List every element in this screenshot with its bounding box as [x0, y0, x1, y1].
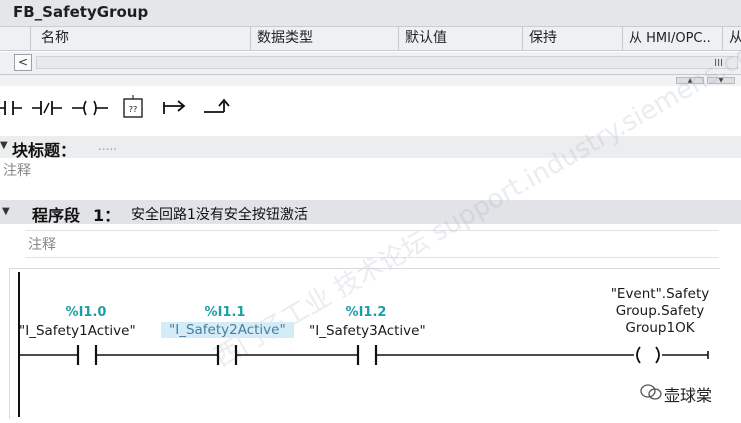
wechat-icon — [640, 384, 662, 400]
contact-1-symbol — [76, 345, 98, 365]
coil-icon[interactable] — [70, 94, 110, 122]
column-header-default[interactable]: 默认值 — [398, 27, 522, 50]
brand-label: 壶球棠 — [664, 386, 713, 405]
column-header-retain[interactable]: 保持 — [522, 27, 622, 50]
branch-close-icon[interactable] — [200, 94, 230, 122]
branch-open-icon[interactable] — [160, 94, 190, 122]
network-title[interactable]: 安全回路1没有安全按钮激活 — [131, 204, 308, 224]
block-title-bar: FB_SafetyGroup — [0, 0, 741, 27]
block-title-input[interactable]: ..... — [98, 139, 117, 153]
column-header-name[interactable]: 名称 — [30, 27, 250, 50]
contact-nc-icon[interactable] — [30, 94, 64, 122]
contact-3-symbol — [356, 345, 378, 365]
scroll-left-button[interactable]: < — [14, 54, 32, 71]
network-comment[interactable]: 注释 — [28, 234, 56, 254]
network-number: 1： — [93, 206, 121, 225]
empty-box-icon[interactable]: ?? — [120, 94, 146, 122]
block-name: FB_SafetyGroup — [13, 3, 149, 21]
contact-2-symbol — [216, 345, 238, 365]
block-title-label: 块标题： — [12, 141, 77, 160]
column-header-from-hmi[interactable]: 从 HMI/OPC.. — [622, 27, 722, 50]
interface-table-header: 名称 数据类型 默认值 保持 从 HMI/OPC.. 从 — [0, 27, 741, 51]
column-header-datatype[interactable]: 数据类型 — [250, 27, 398, 50]
collapse-arrow-icon[interactable]: ▼ — [0, 140, 8, 151]
svg-text:??: ?? — [129, 105, 138, 114]
block-comment[interactable]: 注释 — [3, 160, 31, 180]
coil-symbol — [636, 346, 660, 364]
ladder-network: %I1.0 "I_Safety1Active" %I1.1 "I_Safety2… — [9, 268, 720, 419]
network-label: 程序段 — [32, 206, 81, 225]
horizontal-scrollbar[interactable]: III — [36, 56, 738, 69]
contact-no-icon[interactable] — [0, 94, 24, 122]
network-header[interactable]: ▼ 程序段 1： 安全回路1没有安全按钮激活 — [0, 200, 741, 225]
pane-splitter[interactable]: ▲ ▼ — [0, 75, 741, 86]
network-collapse-icon[interactable]: ▼ — [2, 206, 10, 217]
row-number-header — [0, 27, 30, 50]
ladder-wiring — [20, 345, 709, 365]
horizontal-scroll-row: < III — [0, 52, 741, 75]
